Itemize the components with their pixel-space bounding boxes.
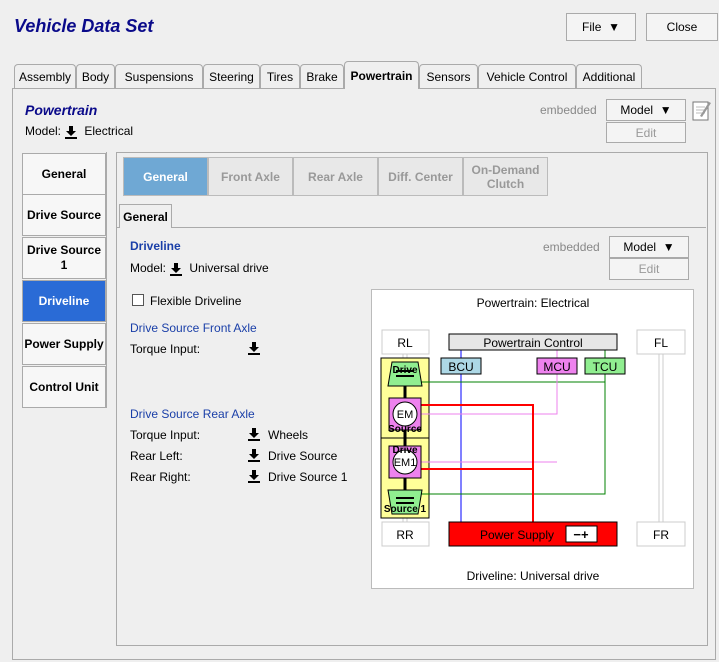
power-line bbox=[421, 404, 534, 522]
tab-vehicle-control[interactable]: Vehicle Control bbox=[478, 64, 576, 88]
nav-drive-source[interactable]: Drive Source bbox=[22, 194, 106, 236]
driveline-title: Driveline bbox=[130, 239, 181, 253]
nav-power-supply[interactable]: Power Supply bbox=[22, 323, 106, 365]
rear-row-label: Torque Input: bbox=[130, 428, 201, 442]
embedded-label: embedded bbox=[540, 103, 597, 117]
tcu-label: TCU bbox=[593, 360, 618, 374]
tab-tires[interactable]: Tires bbox=[260, 64, 300, 88]
file-menu-button[interactable]: File ▼ bbox=[566, 13, 636, 41]
drive-label: Drive bbox=[392, 365, 417, 376]
model-button-label: Model bbox=[623, 240, 657, 254]
model-value: Universal drive bbox=[189, 261, 269, 275]
powertrain-diagram: Powertrain: Electrical RL RR FL FR Drive… bbox=[371, 289, 694, 589]
window-title: Vehicle Data Set bbox=[14, 16, 154, 36]
driveline-model-dropdown[interactable]: Model ▼ bbox=[609, 236, 689, 258]
tab-additional[interactable]: Additional bbox=[576, 64, 642, 88]
rear-row-value: Wheels bbox=[268, 428, 309, 442]
download-icon[interactable] bbox=[247, 469, 261, 483]
model-button-label: Model bbox=[620, 103, 654, 117]
control-label: Powertrain Control bbox=[483, 336, 582, 350]
chevron-down-icon: ▼ bbox=[608, 20, 620, 34]
rr-label: RR bbox=[396, 528, 414, 542]
driveline-edit-button[interactable]: Edit bbox=[609, 258, 689, 280]
flexible-driveline-checkbox[interactable] bbox=[132, 294, 144, 306]
rear-row-value: Drive Source 1 bbox=[268, 470, 348, 484]
source-label: Source bbox=[388, 424, 422, 435]
download-icon[interactable] bbox=[64, 125, 78, 139]
chevron-down-icon: ▼ bbox=[659, 103, 672, 117]
model-dropdown-button[interactable]: Model ▼ bbox=[606, 99, 686, 121]
nav-general[interactable]: General bbox=[22, 153, 106, 195]
em1-label: EM1 bbox=[394, 457, 417, 469]
nav-driveline[interactable]: Driveline bbox=[22, 280, 106, 322]
subtab-general[interactable]: General bbox=[119, 204, 172, 228]
model-label: Model: bbox=[25, 124, 62, 138]
file-label: File bbox=[582, 20, 602, 34]
driveline-model: Model: Universal drive bbox=[130, 261, 269, 276]
notepad-edit-icon[interactable] bbox=[692, 99, 712, 124]
tab-body[interactable]: Body bbox=[76, 64, 115, 88]
download-icon[interactable] bbox=[169, 262, 183, 276]
tab-brake[interactable]: Brake bbox=[300, 64, 344, 88]
chevron-down-icon: ▼ bbox=[662, 240, 675, 254]
download-icon[interactable] bbox=[247, 448, 261, 462]
mcu-label: MCU bbox=[543, 360, 570, 374]
download-icon[interactable] bbox=[247, 341, 261, 355]
tab-suspensions[interactable]: Suspensions bbox=[115, 64, 203, 88]
battery-symbol: −+ bbox=[573, 527, 589, 542]
powertrain-model: Model: Electrical bbox=[25, 124, 133, 139]
rear-row-label: Rear Right: bbox=[130, 470, 191, 484]
inner-tab-general[interactable]: General bbox=[123, 157, 208, 196]
diagram-title: Powertrain: Electrical bbox=[477, 296, 590, 310]
model-value: Electrical bbox=[84, 124, 134, 138]
inner-tab-on-demand-clutch[interactable]: On-Demand Clutch bbox=[463, 157, 548, 196]
tab-steering[interactable]: Steering bbox=[203, 64, 260, 88]
powertrain-title: Powertrain bbox=[25, 102, 98, 118]
rl-label: RL bbox=[397, 336, 413, 350]
front-axle-title: Drive Source Front Axle bbox=[130, 321, 257, 335]
flexible-driveline-label: Flexible Driveline bbox=[150, 294, 242, 308]
tab-sensors[interactable]: Sensors bbox=[419, 64, 478, 88]
rear-row-label: Rear Left: bbox=[130, 449, 183, 463]
rear-row-value: Drive Source bbox=[268, 449, 338, 463]
tab-powertrain[interactable]: Powertrain bbox=[344, 61, 419, 89]
fr-label: FR bbox=[653, 528, 669, 542]
model-label: Model: bbox=[130, 261, 167, 275]
bcu-label: BCU bbox=[448, 360, 473, 374]
front-axle-shaft bbox=[658, 354, 664, 522]
power-supply-label: Power Supply bbox=[480, 528, 554, 542]
inner-tab-rear-axle[interactable]: Rear Axle bbox=[293, 157, 378, 196]
inner-tab-front-axle[interactable]: Front Axle bbox=[208, 157, 293, 196]
inner-tab-diff-center[interactable]: Diff. Center bbox=[378, 157, 463, 196]
diagram-footer: Driveline: Universal drive bbox=[467, 569, 600, 583]
drive-label: Drive bbox=[392, 445, 417, 456]
nav-panel-border bbox=[106, 152, 107, 408]
em-label: EM bbox=[397, 409, 414, 421]
embedded-label: embedded bbox=[543, 240, 600, 254]
nav-control-unit[interactable]: Control Unit bbox=[22, 366, 106, 408]
source1-label: Source 1 bbox=[384, 504, 427, 515]
download-icon[interactable] bbox=[247, 427, 261, 441]
close-button[interactable]: Close bbox=[646, 13, 718, 41]
tab-assembly[interactable]: Assembly bbox=[14, 64, 76, 88]
fl-label: FL bbox=[654, 336, 668, 350]
rear-axle-title: Drive Source Rear Axle bbox=[130, 407, 255, 421]
front-torque-label: Torque Input: bbox=[130, 342, 201, 356]
edit-button[interactable]: Edit bbox=[606, 122, 686, 143]
nav-drive-source-1[interactable]: Drive Source 1 bbox=[22, 237, 106, 279]
